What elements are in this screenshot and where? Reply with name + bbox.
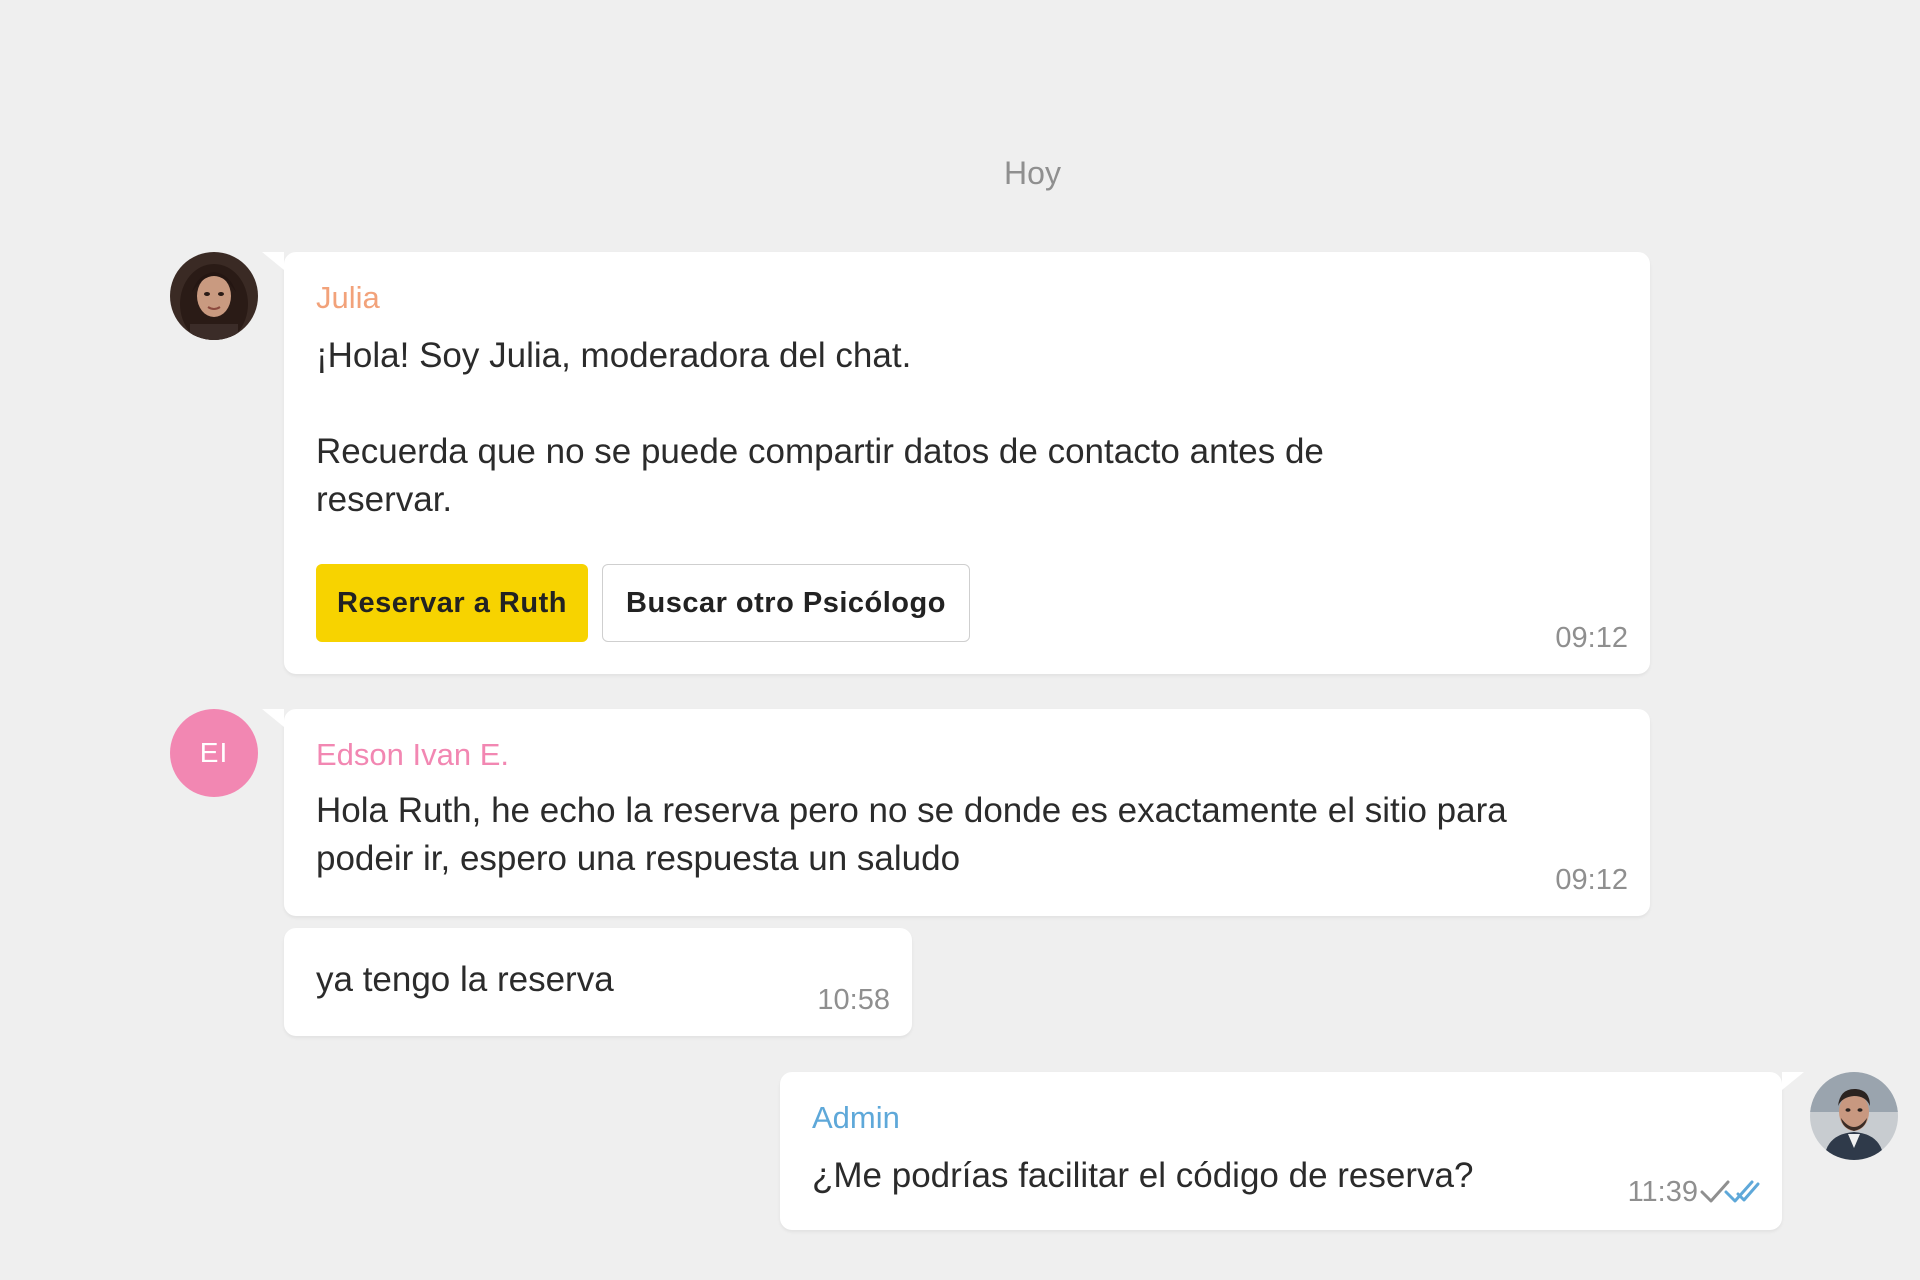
admin-photo-icon [1810,1072,1898,1160]
bubble-tail [262,709,284,727]
message-time: 09:12 [1555,622,1628,654]
bubble-tail [262,252,284,270]
sender-name: Edson Ivan E. [316,737,510,772]
date-separator: Hoy [1004,155,1061,191]
find-other-psychologist-button[interactable]: Buscar otro Psicólogo [602,564,970,642]
bubble-tail [1782,1072,1804,1090]
message-text: ¡Hola! Soy Julia, moderadora del chat. R… [316,336,1324,519]
julia-avatar[interactable] [170,252,258,340]
message-text: ya tengo la reserva [316,960,614,999]
double-check-icon [1700,1180,1760,1203]
message-time: 10:58 [817,984,890,1016]
message-text: ¿Me podrías facilitar el código de reser… [812,1156,1474,1195]
admin-avatar[interactable] [1810,1072,1898,1160]
message-time: 09:12 [1555,864,1628,896]
sender-name: Julia [316,280,380,315]
sender-name: Admin [812,1100,900,1135]
message-edson: Edson Ivan E. Hola Ruth, he echo la rese… [262,709,1650,916]
message-time: 11:39 [1627,1176,1698,1208]
message-julia: Julia ¡Hola! Soy Julia, moderadora del c… [262,252,1650,674]
message-admin: Admin ¿Me podrías facilitar el código de… [780,1072,1804,1230]
message-followup: ya tengo la reserva 10:58 [284,928,912,1036]
reserve-ruth-button[interactable]: Reservar a Ruth [316,564,588,642]
julia-photo-icon [170,252,258,340]
edson-avatar[interactable]: EI [170,709,258,797]
message-text: Hola Ruth, he echo la reserva pero no se… [316,791,1507,878]
